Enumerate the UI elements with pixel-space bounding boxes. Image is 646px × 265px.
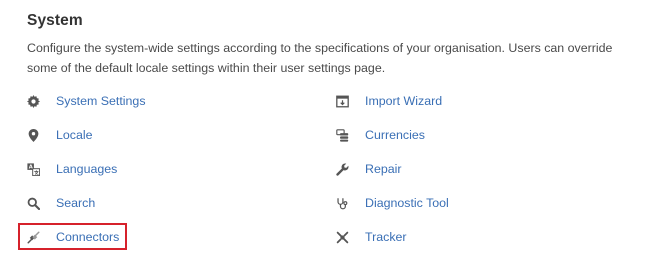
import-icon <box>335 94 349 108</box>
import-wizard-link[interactable]: Import Wizard <box>335 89 442 113</box>
tracker-label: Tracker <box>365 230 407 244</box>
section-description: Configure the system-wide settings accor… <box>27 41 613 75</box>
section-title: System <box>27 12 83 29</box>
languages-link[interactable]: A Languages <box>26 157 117 181</box>
search-label: Search <box>56 196 96 210</box>
currencies-icon <box>335 128 349 142</box>
tracker-link[interactable]: Tracker <box>335 225 407 249</box>
system-settings-label: System Settings <box>56 94 146 108</box>
search-icon <box>26 196 40 210</box>
import-wizard-label: Import Wizard <box>365 94 443 108</box>
map-pin-icon <box>26 128 40 142</box>
system-settings-link[interactable]: System Settings <box>26 89 146 113</box>
diagnostic-tool-link[interactable]: Diagnostic Tool <box>335 191 449 215</box>
diagnostic-tool-label: Diagnostic Tool <box>365 196 449 210</box>
search-link[interactable]: Search <box>26 191 95 215</box>
system-panel: System Configure the system-wide setting… <box>0 0 646 265</box>
locale-label: Locale <box>56 128 93 142</box>
connectors-icon <box>26 230 40 244</box>
currencies-label: Currencies <box>365 128 425 142</box>
translate-icon: A <box>26 162 40 176</box>
repair-link[interactable]: Repair <box>335 157 402 181</box>
locale-link[interactable]: Locale <box>26 123 93 147</box>
tracker-icon <box>335 230 349 244</box>
connectors-link[interactable]: Connectors <box>26 225 119 249</box>
connectors-label: Connectors <box>56 230 120 244</box>
repair-label: Repair <box>365 162 402 176</box>
stethoscope-icon <box>335 196 349 210</box>
languages-label: Languages <box>56 162 118 176</box>
gear-icon <box>26 94 40 108</box>
wrench-icon <box>335 162 349 176</box>
currencies-link[interactable]: Currencies <box>335 123 425 147</box>
